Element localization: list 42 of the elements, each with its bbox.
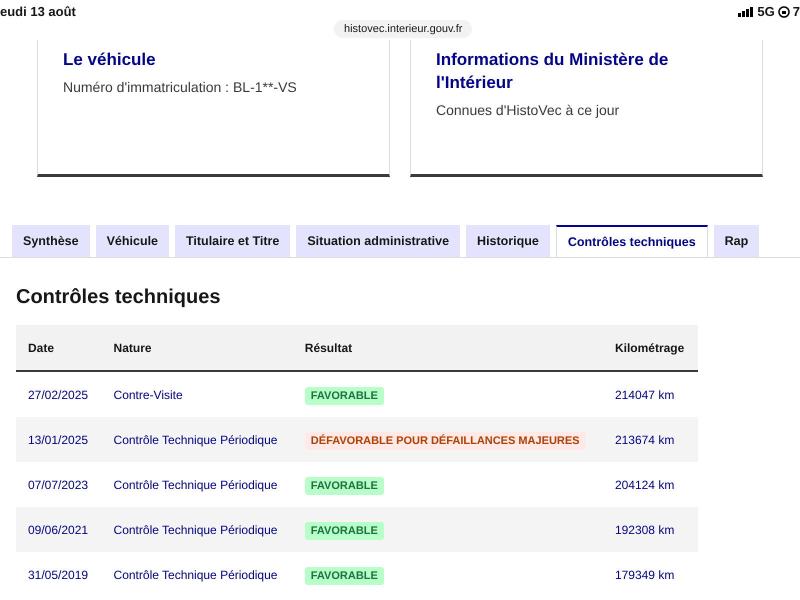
tab[interactable]: Contrôles techniques [556,225,708,257]
table-cell: Contrôle Technique Périodique [102,507,293,552]
table-cell: 204124 km [602,462,698,507]
signal-icon [738,6,754,16]
column-header: Nature [102,325,293,371]
battery-level: 7 [792,4,800,19]
url-bar[interactable]: histovec.interieur.gouv.fr [334,20,472,38]
card-title[interactable]: Informations du Ministère de l'Intérieur [436,48,737,94]
tab[interactable]: Synthèse [12,225,90,257]
tab[interactable]: Historique [466,225,550,257]
table-cell: 213674 km [602,417,698,462]
card-subtitle: Connues d'HistoVec à ce jour [436,102,620,118]
table-cell: Contrôle Technique Périodique [102,552,293,597]
tab[interactable]: Véhicule [96,225,170,257]
column-header: Résultat [292,325,603,371]
table-cell: Contrôle Technique Périodique [102,417,293,462]
rotation-lock-icon [778,6,790,18]
table-cell: 179349 km [602,552,698,597]
tab[interactable]: Titulaire et Titre [175,225,290,257]
card-subtitle: Numéro d'immatriculation : BL-1**-VS [63,79,298,95]
table-cell: 214047 km [602,371,698,417]
result-badge: FAVORABLE [304,566,384,584]
status-date: eudi 13 août [0,4,76,19]
table-cell: Contre-Visite [102,371,293,417]
result-badge: DÉFAVORABLE POUR DÉFAILLANCES MAJEURES [304,432,586,450]
column-header: Kilométrage [602,325,698,371]
table-cell: 31/05/2019 [16,552,102,597]
tab[interactable]: Rap [714,225,760,257]
network-label: 5G [757,4,775,19]
table-cell: 13/01/2025 [16,417,102,462]
table-cell: 09/06/2021 [16,507,102,552]
table-cell: Contrôle Technique Périodique [102,462,293,507]
table-cell: 07/07/2023 [16,462,102,507]
section-title: Contrôles techniques [16,286,222,309]
card-title[interactable]: Le véhicule [63,48,364,71]
result-badge: FAVORABLE [304,386,384,404]
table-cell: 192308 km [602,507,698,552]
result-badge: FAVORABLE [304,476,384,494]
table-cell: 27/02/2025 [16,371,102,417]
tab[interactable]: Situation administrative [296,225,460,257]
column-header: Date [16,325,102,371]
result-badge: FAVORABLE [304,522,384,540]
